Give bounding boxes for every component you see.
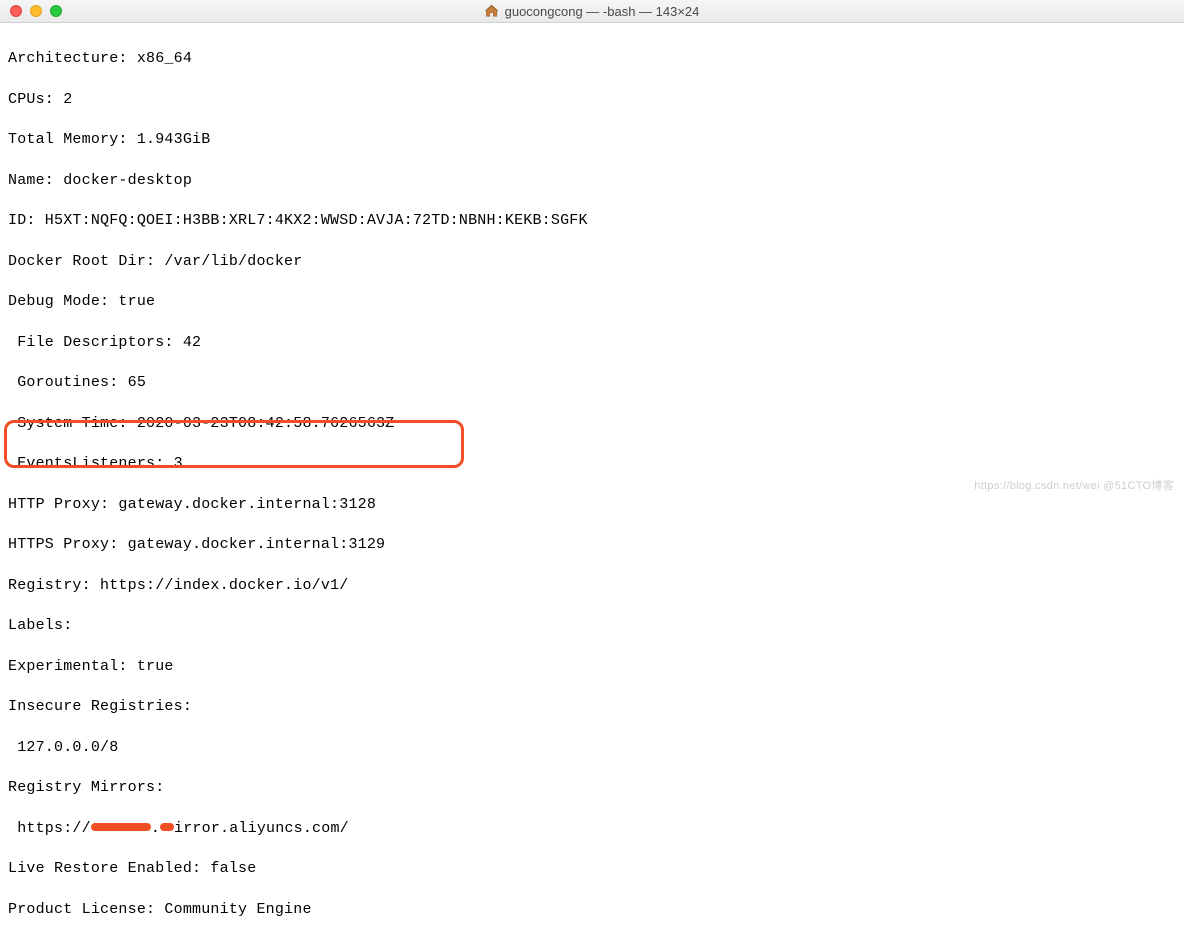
minimize-button[interactable] [30, 5, 42, 17]
line-docker-root-dir: Docker Root Dir: /var/lib/docker [8, 252, 1176, 272]
line-registry-mirrors: Registry Mirrors: [8, 778, 1176, 798]
line-mirror-url: https://. irror.aliyuncs.com/ [8, 819, 1176, 839]
line-system-time: System Time: 2020-03-23T08:42:58.7626563… [8, 414, 1176, 434]
line-http-proxy: HTTP Proxy: gateway.docker.internal:3128 [8, 495, 1176, 515]
mirror-suffix: irror.aliyuncs.com/ [174, 820, 349, 837]
line-insecure-entry: 127.0.0.0/8 [8, 738, 1176, 758]
line-file-descriptors: File Descriptors: 42 [8, 333, 1176, 353]
line-insecure-registries: Insecure Registries: [8, 697, 1176, 717]
window-title-text: guocongcong — -bash — 143×24 [505, 4, 700, 19]
window-title: guocongcong — -bash — 143×24 [485, 4, 700, 19]
line-live-restore: Live Restore Enabled: false [8, 859, 1176, 879]
line-https-proxy: HTTPS Proxy: gateway.docker.internal:312… [8, 535, 1176, 555]
line-id: ID: H5XT:NQFQ:QOEI:H3BB:XRL7:4KX2:WWSD:A… [8, 211, 1176, 231]
line-cpus: CPUs: 2 [8, 90, 1176, 110]
line-name: Name: docker-desktop [8, 171, 1176, 191]
window-titlebar: guocongcong — -bash — 143×24 [0, 0, 1184, 23]
redaction-mark-2 [160, 823, 174, 831]
mirror-prefix: https:// [8, 820, 91, 837]
traffic-lights [0, 5, 62, 17]
line-architecture: Architecture: x86_64 [8, 49, 1176, 69]
line-product-license: Product License: Community Engine [8, 900, 1176, 920]
line-events-listeners: EventsListeners: 3 [8, 454, 1176, 474]
line-registry: Registry: https://index.docker.io/v1/ [8, 576, 1176, 596]
line-labels: Labels: [8, 616, 1176, 636]
line-experimental: Experimental: true [8, 657, 1176, 677]
line-debug-mode: Debug Mode: true [8, 292, 1176, 312]
line-goroutines: Goroutines: 65 [8, 373, 1176, 393]
close-button[interactable] [10, 5, 22, 17]
maximize-button[interactable] [50, 5, 62, 17]
home-icon [485, 4, 499, 18]
mirror-mid: . [151, 820, 160, 837]
line-total-memory: Total Memory: 1.943GiB [8, 130, 1176, 150]
redaction-mark [91, 823, 151, 831]
watermark-text: https://blog.csdn.net/wei @51CTO博客 [974, 477, 1174, 493]
